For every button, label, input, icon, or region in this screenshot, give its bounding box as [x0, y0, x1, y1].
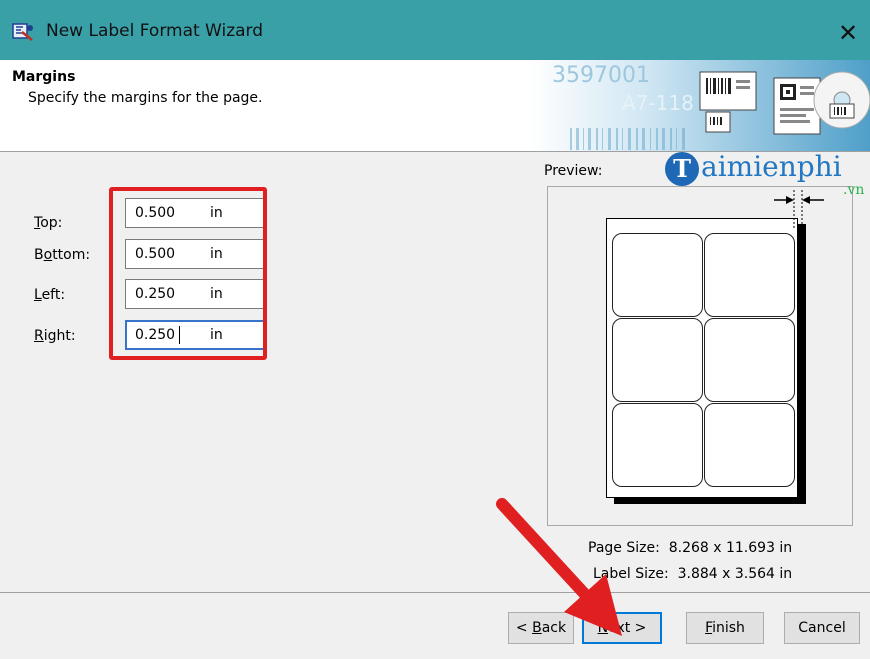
label-cell — [704, 403, 795, 487]
watermark-suffix: .vn — [843, 182, 865, 198]
cancel-button[interactable]: Cancel — [784, 612, 860, 644]
wizard-header: Margins Specify the margins for the page… — [0, 60, 870, 152]
watermark-text: aimienphi — [701, 150, 842, 183]
label-cell — [612, 318, 703, 402]
small-label-icon — [705, 111, 731, 133]
disc-icon — [813, 71, 870, 129]
right-label: Right: — [34, 328, 76, 344]
left-label: Left: — [34, 287, 66, 303]
title-bar[interactable]: New Label Format Wizard ✕ — [0, 0, 870, 60]
bottom-label: Bottom: — [34, 247, 91, 263]
margin-fields-highlight — [109, 187, 267, 360]
label-cell — [612, 233, 703, 317]
preview-label: Preview: — [544, 163, 603, 179]
window-title: New Label Format Wizard — [46, 21, 264, 41]
label-cell — [704, 318, 795, 402]
page-preview — [606, 218, 798, 498]
banner-code: A7-118 — [622, 91, 694, 115]
wizard-window: New Label Format Wizard ✕ Margins Specif… — [0, 0, 870, 659]
close-icon[interactable]: ✕ — [826, 12, 870, 54]
label-cell — [612, 403, 703, 487]
label-cell — [704, 233, 795, 317]
finish-button[interactable]: Finish — [686, 612, 764, 644]
barcode-label-icon — [699, 71, 757, 111]
app-icon — [12, 23, 33, 41]
red-pointer-arrow-icon — [496, 498, 622, 636]
watermark-logo-icon: T — [665, 152, 699, 186]
footer-divider — [0, 592, 870, 593]
qr-tag-icon — [773, 77, 821, 135]
page-subtitle: Specify the margins for the page. — [28, 90, 263, 106]
top-label: Top: — [34, 215, 63, 231]
banner-number: 3597001 — [552, 63, 650, 88]
page-title: Margins — [12, 69, 76, 85]
watermark-logo: T aimienphi .vn — [665, 148, 870, 200]
header-banner-image: 3597001 A7-118 — [530, 60, 870, 151]
